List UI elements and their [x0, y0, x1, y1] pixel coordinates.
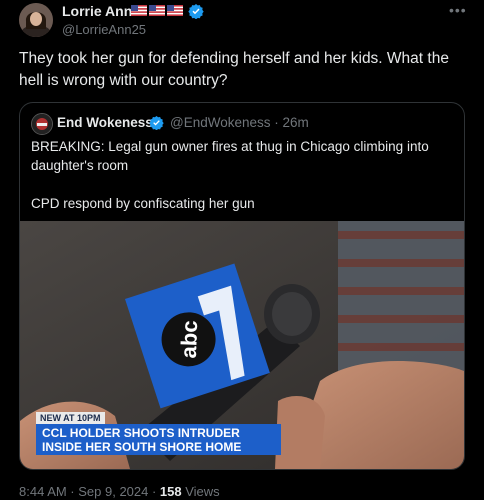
tweet: Lorrie Ann @LorrieAnn25 ••• They took he…: [0, 0, 484, 500]
views-label: Views: [181, 484, 220, 499]
quote-line-1: BREAKING: Legal gun owner fires at thug …: [31, 139, 429, 173]
views-count[interactable]: 158: [160, 484, 182, 499]
tweet-meta: 8:44 AM · Sep 9, 2024 · 158 Views: [19, 484, 220, 499]
quoted-tweet[interactable]: End Wokeness @EndWokeness · 26m BREAKING…: [19, 102, 465, 470]
quote-author-avatar[interactable]: [31, 113, 53, 135]
quote-text: BREAKING: Legal gun owner fires at thug …: [31, 137, 451, 213]
more-dots-icon[interactable]: •••: [449, 2, 467, 18]
flag-emojis: [131, 5, 183, 16]
verified-badge-icon: [149, 115, 164, 130]
tweet-text: They took her gun for defending herself …: [19, 50, 449, 89]
quote-media-image[interactable]: abc NEW AT 10PM CCL HOLDER SHOOTS INTRUD…: [20, 221, 464, 469]
news-headline: CCL HOLDER SHOOTS INTRUDER INSIDE HER SO…: [36, 424, 281, 455]
svg-text:abc: abc: [176, 320, 202, 359]
us-flag-icon: [167, 5, 183, 16]
author-avatar[interactable]: [19, 3, 53, 37]
news-headline-line-2: INSIDE HER SOUTH SHORE HOME: [42, 440, 242, 454]
verified-badge-icon: [188, 4, 204, 19]
us-flag-icon: [149, 5, 165, 16]
author-handle[interactable]: @LorrieAnn25: [62, 22, 146, 37]
news-tag: NEW AT 10PM: [36, 412, 105, 424]
us-flag-icon: [131, 5, 147, 16]
quote-line-2: CPD respond by confiscating her gun: [31, 196, 255, 211]
quote-author-handle[interactable]: @EndWokeness · 26m: [170, 115, 309, 130]
quote-author-name[interactable]: End Wokeness: [57, 115, 153, 130]
timestamp[interactable]: 8:44 AM · Sep 9, 2024 ·: [19, 484, 160, 499]
author-name[interactable]: Lorrie Ann: [62, 3, 132, 19]
news-headline-line-1: CCL HOLDER SHOOTS INTRUDER: [42, 426, 240, 440]
